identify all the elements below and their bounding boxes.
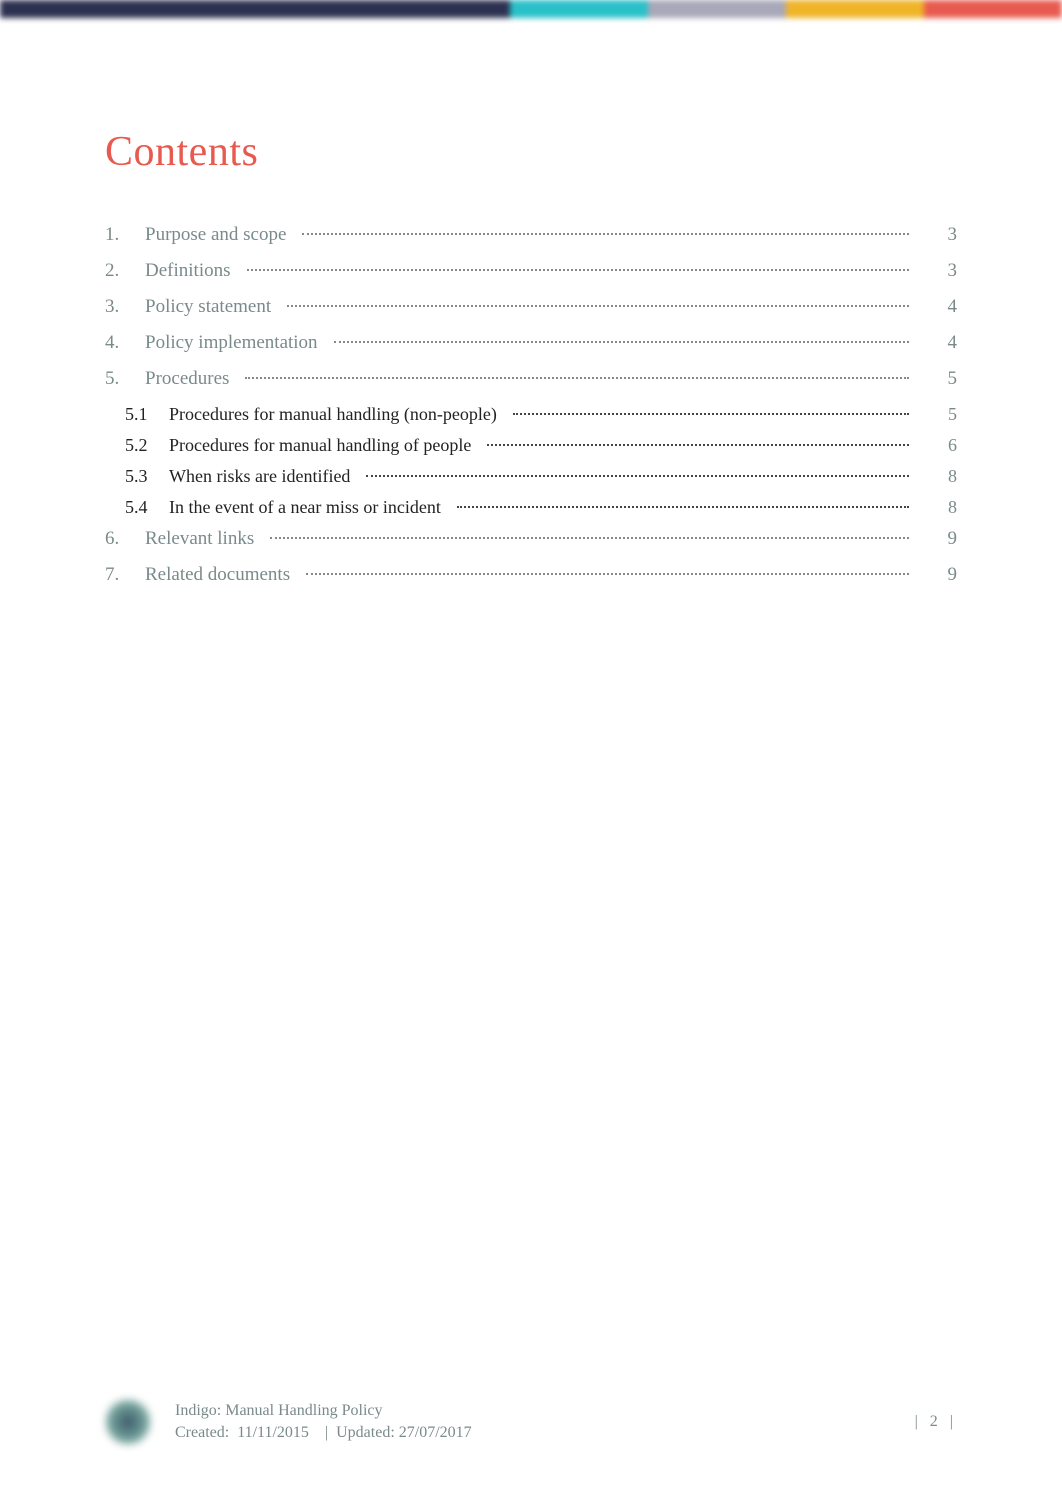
toc-label: Procedures for manual handling (non-peop…: [169, 404, 513, 425]
toc-leader: [247, 269, 910, 271]
toc-subentry[interactable]: 5.3 When risks are identified 8: [105, 466, 957, 487]
toc-entry[interactable]: 4. Policy implementation 4: [105, 332, 957, 354]
page-title: Contents: [105, 128, 957, 176]
toc-number: 6.: [105, 528, 145, 550]
toc-label: Related documents: [145, 564, 306, 586]
toc-leader: [334, 341, 909, 343]
toc-page: 4: [909, 332, 957, 354]
toc-page: 4: [909, 296, 957, 318]
toc-leader: [457, 506, 909, 508]
toc-number: 3.: [105, 296, 145, 318]
toc-number: 5.1: [125, 404, 169, 425]
toc-leader: [487, 444, 909, 446]
toc-leader: [270, 537, 909, 539]
toc-leader: [513, 413, 909, 415]
bar-segment-coral: [924, 0, 1062, 18]
toc-number: 2.: [105, 260, 145, 282]
toc-entry[interactable]: 5. Procedures 5: [105, 368, 957, 390]
footer-page-number: | 2 |: [915, 1413, 957, 1431]
footer-created-label: Created:: [175, 1424, 229, 1441]
toc-entry[interactable]: 2. Definitions 3: [105, 260, 957, 282]
toc-label: Procedures for manual handling of people: [169, 435, 487, 456]
footer-logo-icon: [105, 1399, 151, 1445]
toc-label: Policy implementation: [145, 332, 334, 354]
toc-page: 9: [909, 564, 957, 586]
toc-entry[interactable]: 3. Policy statement 4: [105, 296, 957, 318]
bar-segment-grey: [648, 0, 786, 18]
toc-label: Purpose and scope: [145, 224, 302, 246]
toc-entry[interactable]: 6. Relevant links 9: [105, 528, 957, 550]
toc-number: 7.: [105, 564, 145, 586]
toc-number: 5.3: [125, 466, 169, 487]
toc-subentry[interactable]: 5.1 Procedures for manual handling (non-…: [105, 404, 957, 425]
toc-entry[interactable]: 7. Related documents 9: [105, 564, 957, 586]
document-page: Contents 1. Purpose and scope 3 2. Defin…: [0, 0, 1062, 1505]
content-area: Contents 1. Purpose and scope 3 2. Defin…: [0, 18, 1062, 586]
bar-segment-cyan: [510, 0, 648, 18]
toc-number: 1.: [105, 224, 145, 246]
footer-separator: |: [325, 1424, 328, 1441]
footer-doc-title: Indigo: Manual Handling Policy: [175, 1400, 472, 1422]
toc-page: 8: [909, 466, 957, 487]
toc-page: 3: [909, 260, 957, 282]
toc-page: 5: [909, 404, 957, 425]
toc-page: 9: [909, 528, 957, 550]
toc-leader: [302, 233, 909, 235]
toc-label: Relevant links: [145, 528, 270, 550]
toc-page: 6: [909, 435, 957, 456]
header-colour-bar: [0, 0, 1062, 18]
table-of-contents: 1. Purpose and scope 3 2. Definitions 3 …: [105, 224, 957, 586]
toc-entry[interactable]: 1. Purpose and scope 3: [105, 224, 957, 246]
toc-number: 5.4: [125, 497, 169, 518]
bar-segment-navy: [0, 0, 510, 18]
toc-subentry[interactable]: 5.2 Procedures for manual handling of pe…: [105, 435, 957, 456]
bar-segment-yellow: [786, 0, 924, 18]
toc-number: 5.2: [125, 435, 169, 456]
toc-leader: [306, 573, 909, 575]
toc-label: Policy statement: [145, 296, 287, 318]
toc-subentry[interactable]: 5.4 In the event of a near miss or incid…: [105, 497, 957, 518]
toc-page: 8: [909, 497, 957, 518]
toc-number: 4.: [105, 332, 145, 354]
footer-updated-label: Updated:: [336, 1424, 395, 1441]
toc-leader: [245, 377, 909, 379]
toc-leader: [287, 305, 909, 307]
toc-number: 5.: [105, 368, 145, 390]
toc-page: 3: [909, 224, 957, 246]
footer-created-date: 11/11/2015: [237, 1424, 309, 1441]
toc-label: In the event of a near miss or incident: [169, 497, 457, 518]
footer-updated-date: 27/07/2017: [399, 1424, 472, 1441]
toc-page: 5: [909, 368, 957, 390]
footer-dates: Created: 11/11/2015 | Updated: 27/07/201…: [175, 1422, 472, 1444]
toc-label: Definitions: [145, 260, 247, 282]
footer-text-block: Indigo: Manual Handling Policy Created: …: [175, 1400, 472, 1445]
page-footer: Indigo: Manual Handling Policy Created: …: [105, 1399, 957, 1445]
toc-label: Procedures: [145, 368, 245, 390]
toc-label: When risks are identified: [169, 466, 366, 487]
toc-leader: [366, 475, 909, 477]
